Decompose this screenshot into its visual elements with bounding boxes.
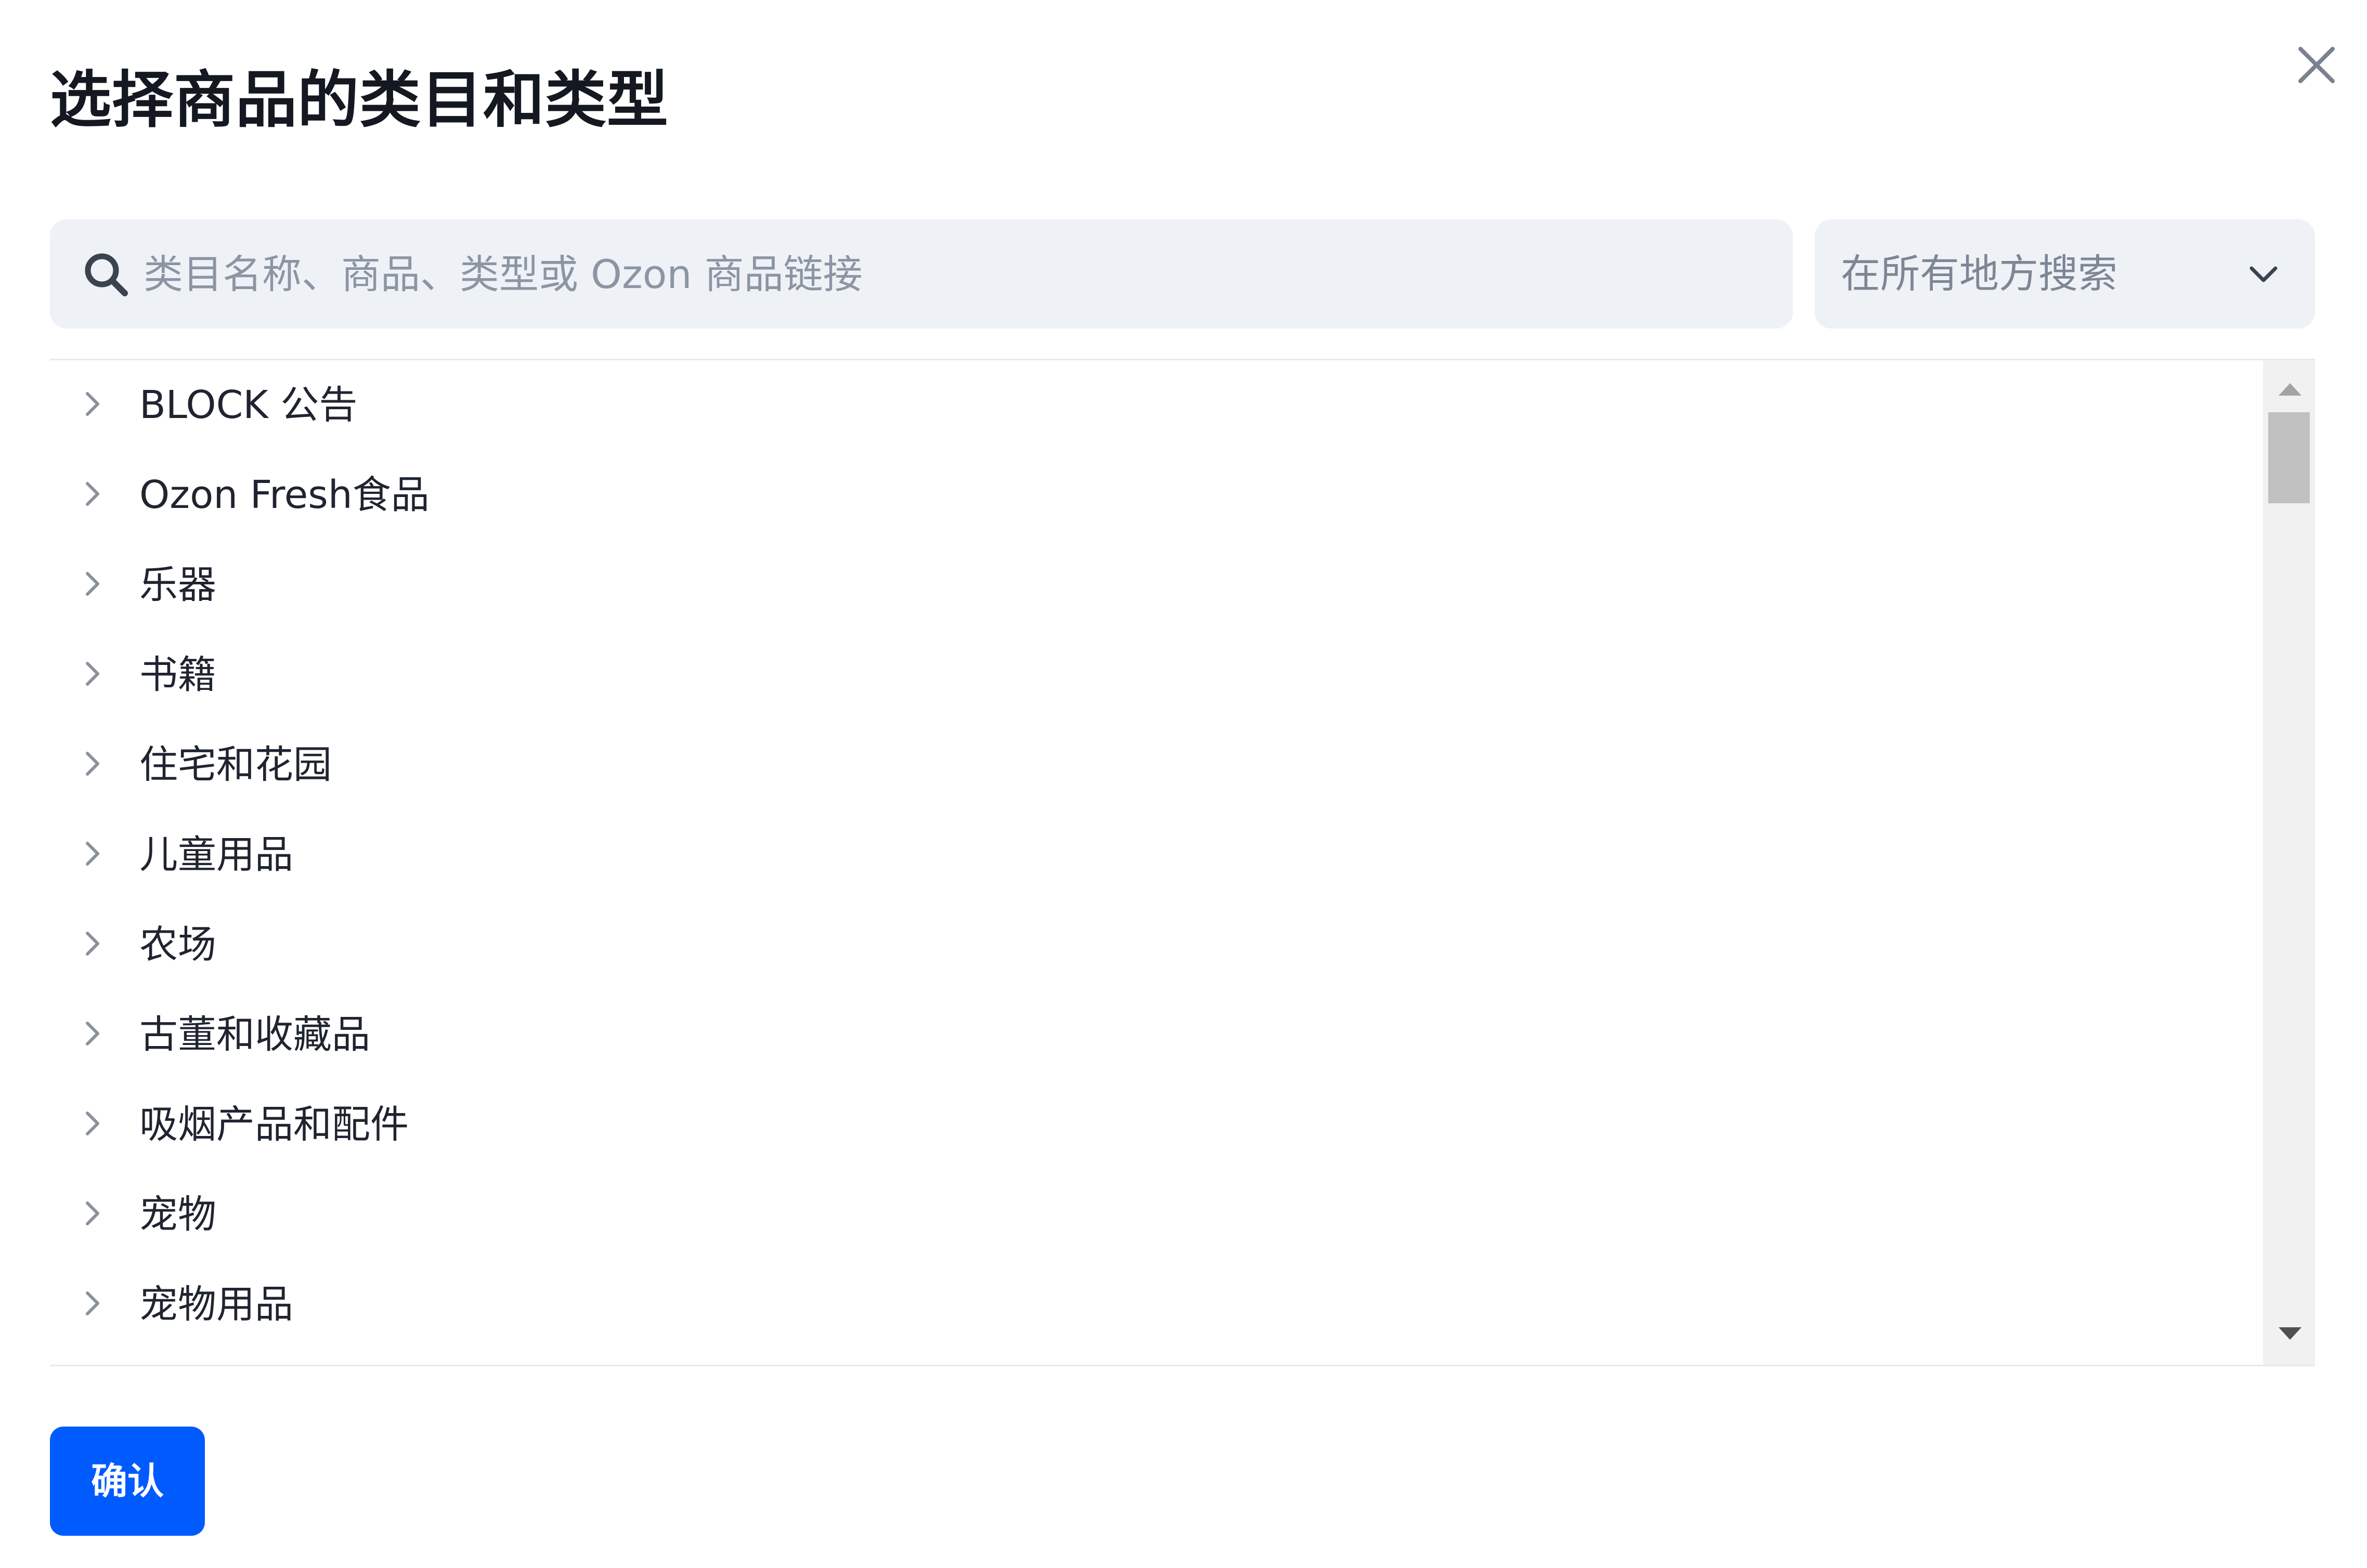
search-scope-select[interactable]: 在所有地方搜索 — [1815, 219, 2315, 329]
category-label: 吸烟产品和配件 — [139, 1102, 409, 1147]
category-label: 住宅和花园 — [139, 742, 332, 787]
category-item[interactable]: 宠物 — [50, 1170, 2263, 1260]
close-button[interactable] — [2288, 36, 2345, 94]
scroll-down-arrow-icon[interactable] — [2279, 1327, 2301, 1340]
chevron-down-icon — [2249, 266, 2278, 282]
category-label: 书籍 — [139, 652, 216, 697]
category-label: 农场 — [139, 922, 216, 967]
chevron-right-icon — [86, 572, 99, 596]
category-label: 儿童用品 — [139, 832, 293, 877]
scrollbar-thumb[interactable] — [2268, 412, 2310, 503]
category-item[interactable]: 书籍 — [50, 630, 2263, 720]
search-box[interactable] — [50, 219, 1793, 329]
category-item[interactable]: Ozon Fresh食品 — [50, 450, 2263, 540]
category-label: Ozon Fresh食品 — [139, 473, 430, 517]
chevron-right-icon — [86, 932, 99, 956]
category-label: 宠物用品 — [139, 1282, 293, 1327]
chevron-right-icon — [86, 1201, 99, 1225]
category-item[interactable]: 农场 — [50, 900, 2263, 990]
category-item[interactable]: BLOCK 公告 — [50, 360, 2263, 450]
category-item[interactable]: 乐器 — [50, 540, 2263, 630]
search-scope-value: 在所有地方搜索 — [1841, 251, 2117, 297]
scroll-up-arrow-icon[interactable] — [2279, 383, 2301, 396]
category-item[interactable]: 古董和收藏品 — [50, 990, 2263, 1080]
chevron-right-icon — [86, 752, 99, 776]
category-item[interactable]: 住宅和花园 — [50, 720, 2263, 810]
chevron-right-icon — [86, 1112, 99, 1135]
chevron-right-icon — [86, 842, 99, 866]
category-type-dialog: 选择商品的类目和类型 在所有地方搜索 BLOCK 公告 Ozon Fresh食品 — [0, 0, 2367, 1568]
category-list: BLOCK 公告 Ozon Fresh食品 乐器 书籍 住宅和花园 儿童用品 农… — [50, 360, 2263, 1365]
category-list-panel: BLOCK 公告 Ozon Fresh食品 乐器 书籍 住宅和花园 儿童用品 农… — [50, 359, 2315, 1366]
category-item[interactable]: 宠物用品 — [50, 1260, 2263, 1350]
chevron-right-icon — [86, 1291, 99, 1315]
search-input[interactable] — [144, 219, 1776, 329]
confirm-button[interactable]: 确认 — [50, 1427, 205, 1536]
chevron-right-icon — [86, 1022, 99, 1046]
list-scrollbar[interactable] — [2263, 360, 2315, 1365]
chevron-right-icon — [86, 392, 99, 416]
category-label: 乐器 — [139, 563, 216, 607]
dialog-title: 选择商品的类目和类型 — [50, 64, 669, 136]
category-label: 古董和收藏品 — [139, 1012, 370, 1057]
category-label: BLOCK 公告 — [139, 383, 358, 427]
search-icon — [85, 253, 128, 296]
close-icon — [2298, 47, 2335, 83]
chevron-right-icon — [86, 662, 99, 686]
category-item[interactable]: 儿童用品 — [50, 810, 2263, 900]
category-item[interactable]: 吸烟产品和配件 — [50, 1080, 2263, 1170]
chevron-right-icon — [86, 482, 99, 506]
category-label: 宠物 — [139, 1192, 216, 1237]
